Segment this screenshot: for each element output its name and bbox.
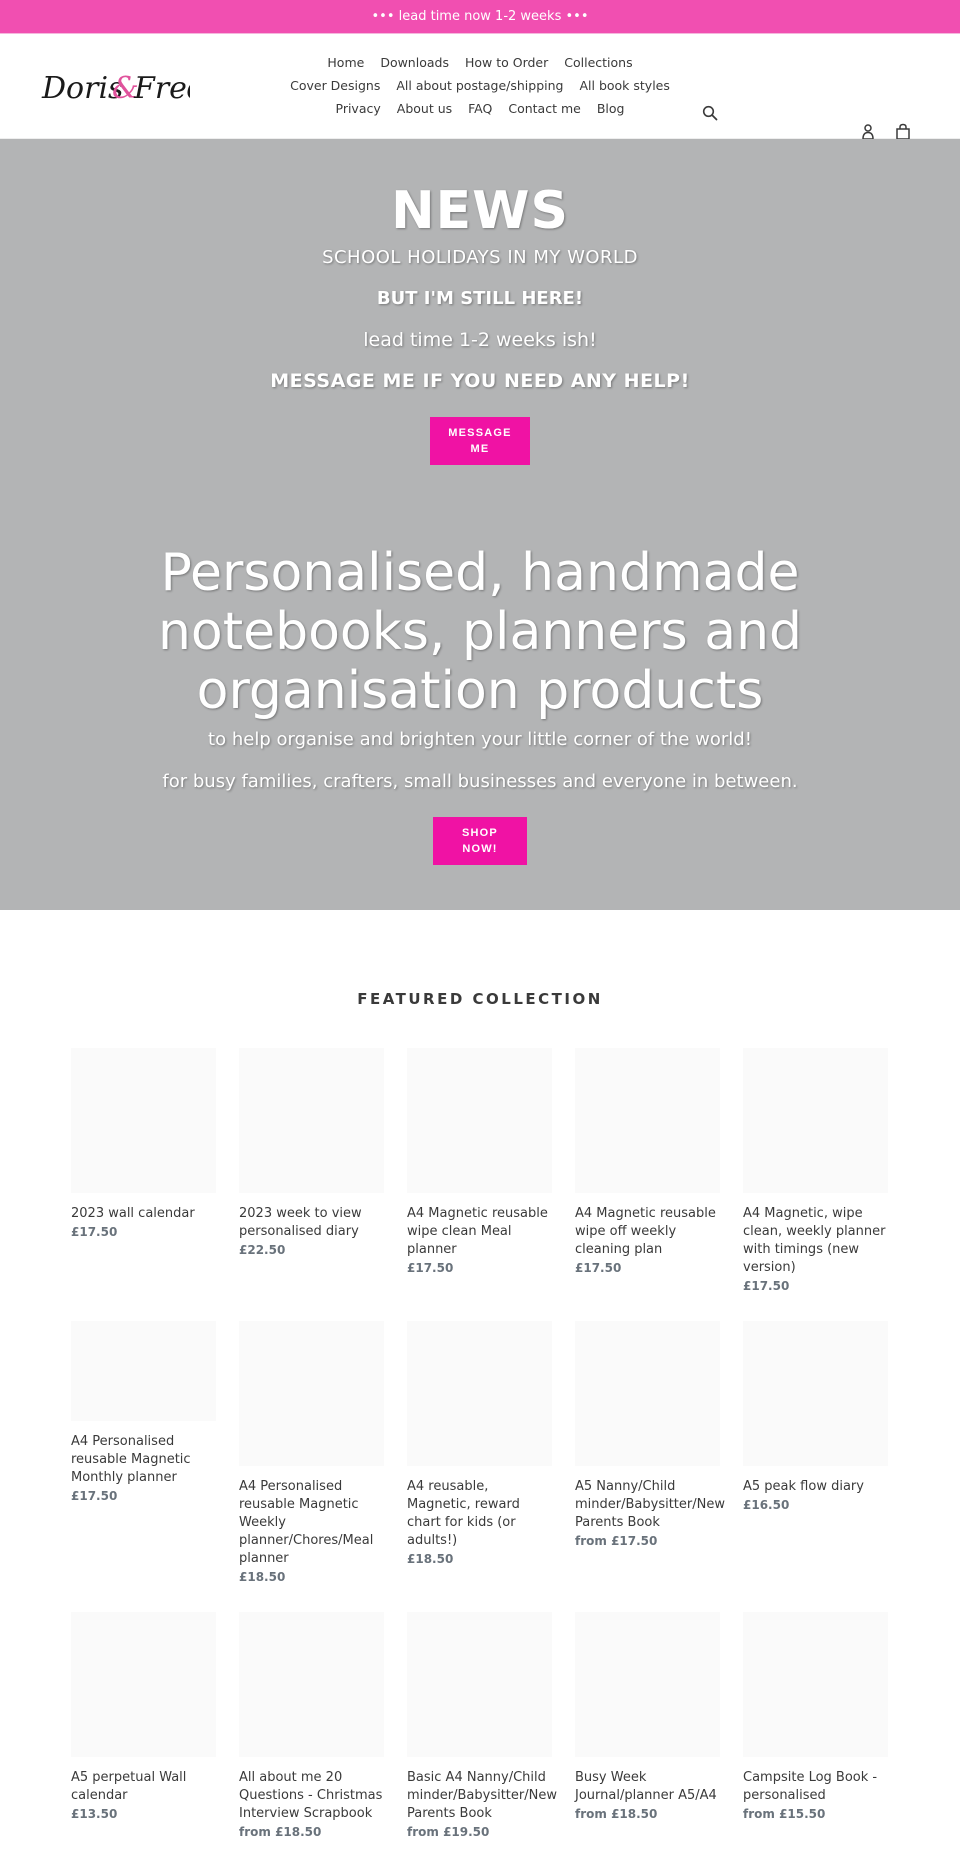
hero-subline: for busy families, crafters, small busin… xyxy=(162,771,798,792)
announcement-bar: ••• lead time now 1-2 weeks ••• xyxy=(0,0,960,34)
product-title[interactable]: 2023 week to view personalised diary xyxy=(239,1205,384,1241)
product-image[interactable] xyxy=(575,1048,720,1193)
product-title[interactable]: A4 Personalised reusable Magnetic Weekly… xyxy=(239,1478,384,1568)
product-image[interactable] xyxy=(239,1321,384,1466)
news-line: MESSAGE ME IF YOU NEED ANY HELP! xyxy=(270,370,690,392)
product-card[interactable]: A4 reusable, Magnetic, reward chart for … xyxy=(407,1321,552,1568)
site-logo[interactable]: Doris & Fred xyxy=(40,56,206,116)
product-card[interactable]: Busy Week Journal/planner A5/A4 from £18.… xyxy=(575,1612,720,1823)
news-title: NEWS xyxy=(391,181,569,241)
product-card[interactable]: All about me 20 Questions - Christmas In… xyxy=(239,1612,384,1841)
product-image[interactable] xyxy=(743,1321,888,1466)
product-price: £16.50 xyxy=(743,1498,790,1512)
hero-headline: Personalised, handmade notebooks, planne… xyxy=(157,543,803,721)
product-price: £17.50 xyxy=(71,1225,118,1239)
news-line: lead time 1-2 weeks ish! xyxy=(363,329,597,351)
product-card[interactable]: A5 peak flow diary £16.50 xyxy=(743,1321,888,1514)
product-card[interactable]: Campsite Log Book - personalised from £15… xyxy=(743,1612,888,1823)
shop-now-button[interactable]: SHOP NOW! xyxy=(433,817,527,865)
nav-postage-shipping[interactable]: All about postage/shipping xyxy=(388,77,571,95)
product-card[interactable]: A4 Personalised reusable Magnetic Weekly… xyxy=(239,1321,384,1586)
product-image[interactable] xyxy=(239,1048,384,1193)
product-title[interactable]: Campsite Log Book - personalised xyxy=(743,1769,888,1805)
product-card[interactable]: A4 Magnetic reusable wipe off weekly cle… xyxy=(575,1048,720,1277)
featured-collection-title: FEATURED COLLECTION xyxy=(357,990,603,1008)
product-title[interactable]: Basic A4 Nanny/Child minder/Babysitter/N… xyxy=(407,1769,557,1823)
featured-collection: FEATURED COLLECTION 2023 wall calendar £1… xyxy=(0,910,960,1841)
nav-contact-me[interactable]: Contact me xyxy=(500,100,588,118)
product-price: from £18.50 xyxy=(239,1825,322,1839)
product-title[interactable]: All about me 20 Questions - Christmas In… xyxy=(239,1769,384,1823)
product-image[interactable] xyxy=(239,1612,384,1757)
product-price: £18.50 xyxy=(407,1552,454,1566)
product-price: from £18.50 xyxy=(575,1807,658,1821)
product-card[interactable]: 2023 week to view personalised diary £22.… xyxy=(239,1048,384,1259)
product-image[interactable] xyxy=(575,1321,720,1466)
product-card[interactable]: A4 Magnetic reusable wipe clean Meal pla… xyxy=(407,1048,552,1277)
product-image[interactable] xyxy=(407,1612,552,1757)
product-grid: 2023 wall calendar £17.50 2023 week to vie… xyxy=(0,1048,960,1841)
product-price: from £19.50 xyxy=(407,1825,490,1839)
product-title[interactable]: A4 Magnetic reusable wipe clean Meal pla… xyxy=(407,1205,552,1259)
nav-faq[interactable]: FAQ xyxy=(460,100,500,118)
product-image[interactable] xyxy=(71,1321,216,1421)
hero-subline: to help organise and brighten your littl… xyxy=(208,729,752,750)
nav-how-to-order[interactable]: How to Order xyxy=(457,54,556,72)
nav-privacy[interactable]: Privacy xyxy=(328,100,389,118)
nav-book-styles[interactable]: All book styles xyxy=(571,77,677,95)
product-image[interactable] xyxy=(743,1048,888,1193)
announcement-text: ••• lead time now 1-2 weeks ••• xyxy=(371,9,589,24)
product-card[interactable]: A4 Personalised reusable Magnetic Monthl… xyxy=(71,1321,216,1505)
product-price: £17.50 xyxy=(407,1261,454,1275)
product-price: from £15.50 xyxy=(743,1807,826,1821)
product-card[interactable]: A5 Nanny/Child minder/Babysitter/New Par… xyxy=(575,1321,725,1550)
product-price: £13.50 xyxy=(71,1807,118,1821)
search-icon xyxy=(702,105,718,121)
product-image[interactable] xyxy=(575,1612,720,1757)
product-price: £17.50 xyxy=(71,1489,118,1503)
product-price: £22.50 xyxy=(239,1243,286,1257)
product-card[interactable]: Basic A4 Nanny/Child minder/Babysitter/N… xyxy=(407,1612,557,1841)
product-title[interactable]: A5 peak flow diary xyxy=(743,1478,888,1496)
nav-collections[interactable]: Collections xyxy=(556,54,640,72)
hero-banner: NEWS SCHOOL HOLIDAYS IN MY WORLD BUT I'M… xyxy=(0,139,960,910)
svg-text:Fred: Fred xyxy=(133,71,190,106)
product-title[interactable]: Busy Week Journal/planner A5/A4 xyxy=(575,1769,720,1805)
nav-downloads[interactable]: Downloads xyxy=(372,54,457,72)
nav-cover-designs[interactable]: Cover Designs xyxy=(282,77,388,95)
nav-home[interactable]: Home xyxy=(319,54,372,72)
product-title[interactable]: A5 Nanny/Child minder/Babysitter/New Par… xyxy=(575,1478,725,1532)
product-image[interactable] xyxy=(407,1321,552,1466)
message-me-button[interactable]: MESSAGE ME xyxy=(430,417,530,465)
doris-and-fred-logo-icon: Doris & Fred xyxy=(41,71,206,106)
product-price: £17.50 xyxy=(743,1279,790,1293)
product-title[interactable]: A4 reusable, Magnetic, reward chart for … xyxy=(407,1478,552,1550)
search-button[interactable] xyxy=(700,103,720,123)
news-line: BUT I'M STILL HERE! xyxy=(376,288,584,309)
product-image[interactable] xyxy=(71,1612,216,1757)
product-price: £18.50 xyxy=(239,1570,286,1584)
product-card[interactable]: 2023 wall calendar £17.50 xyxy=(71,1048,216,1241)
product-image[interactable] xyxy=(71,1048,216,1193)
product-card[interactable]: A5 perpetual Wall calendar £13.50 xyxy=(71,1612,216,1823)
product-image[interactable] xyxy=(407,1048,552,1193)
news-line: SCHOOL HOLIDAYS IN MY WORLD xyxy=(322,247,638,268)
nav-about-us[interactable]: About us xyxy=(389,100,460,118)
nav-blog[interactable]: Blog xyxy=(589,100,633,118)
product-card[interactable]: A4 Magnetic, wipe clean, weekly planner … xyxy=(743,1048,888,1295)
product-title[interactable]: 2023 wall calendar xyxy=(71,1205,216,1223)
product-price: from £17.50 xyxy=(575,1534,658,1548)
product-price: £17.50 xyxy=(575,1261,622,1275)
main-nav: Home Downloads How to Order Collections … xyxy=(270,54,690,118)
product-title[interactable]: A4 Personalised reusable Magnetic Monthl… xyxy=(71,1433,216,1487)
site-header: Doris & Fred Home Downloads How to Order… xyxy=(0,34,960,140)
product-title[interactable]: A4 Magnetic reusable wipe off weekly cle… xyxy=(575,1205,720,1259)
product-title[interactable]: A4 Magnetic, wipe clean, weekly planner … xyxy=(743,1205,888,1277)
product-title[interactable]: A5 perpetual Wall calendar xyxy=(71,1769,216,1805)
product-image[interactable] xyxy=(743,1612,888,1757)
